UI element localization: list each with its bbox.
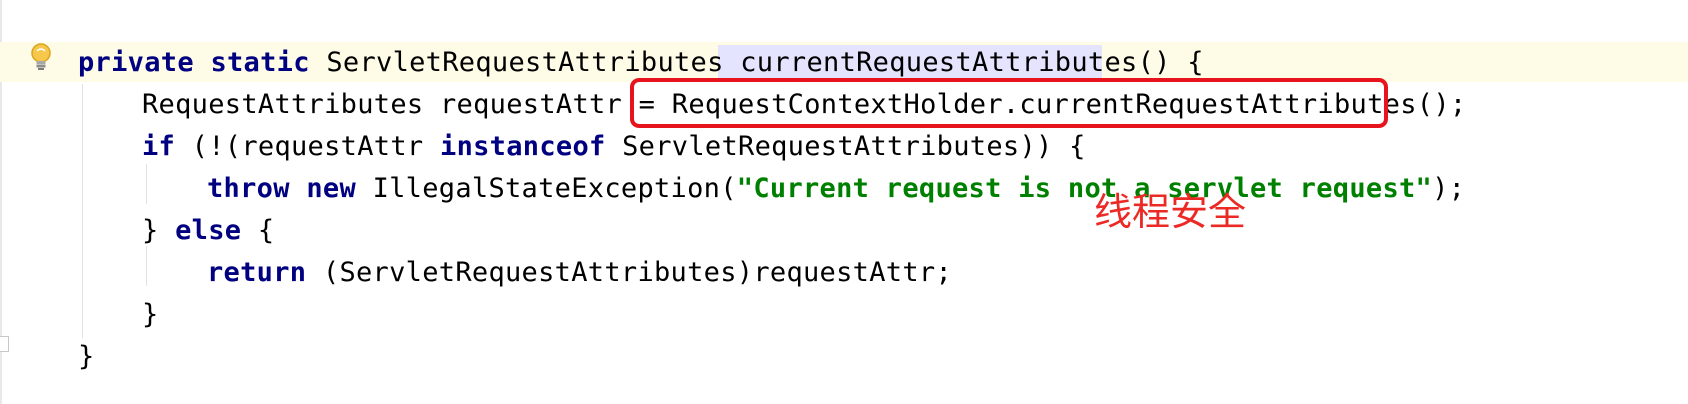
- code-token: private static: [78, 47, 327, 78]
- code-token: return: [207, 257, 323, 288]
- lightbulb-icon[interactable]: [28, 42, 54, 72]
- code-token: (!(requestAttr: [191, 131, 441, 162]
- annotation-text: 线程安全: [1094, 190, 1247, 234]
- indent-guide-if: [146, 164, 147, 204]
- code-token: IllegalStateException(: [372, 173, 737, 204]
- code-token: if: [142, 131, 192, 162]
- indent-guide-else: [146, 246, 147, 286]
- code-line[interactable]: }: [142, 294, 159, 336]
- code-line[interactable]: } else {: [142, 210, 274, 252]
- code-token: }: [142, 299, 159, 330]
- code-token: throw new: [207, 173, 373, 204]
- code-token: currentRequestAttributes: [740, 47, 1138, 78]
- code-token: () {: [1137, 47, 1204, 78]
- code-token: }: [78, 341, 95, 372]
- indent-guide-method: [82, 84, 83, 338]
- code-token: instanceof: [440, 131, 623, 162]
- code-token: ServletRequestAttributes: [326, 47, 741, 78]
- code-token: (ServletRequestAttributes)requestAttr;: [322, 257, 952, 288]
- code-line[interactable]: return (ServletRequestAttributes)request…: [207, 252, 952, 294]
- code-token: else: [175, 215, 258, 246]
- code-editor[interactable]: private static ServletRequestAttributes …: [0, 0, 1688, 404]
- annotation-red-box: [630, 78, 1388, 128]
- code-line[interactable]: if (!(requestAttr instanceof ServletRequ…: [142, 126, 1086, 168]
- code-token: ServletRequestAttributes)) {: [622, 131, 1086, 162]
- code-token: );: [1432, 173, 1466, 204]
- code-token: "Current request is not a servlet reques…: [736, 173, 1433, 204]
- code-token: {: [257, 215, 275, 246]
- code-token: }: [142, 215, 176, 246]
- code-line[interactable]: throw new IllegalStateException("Current…: [207, 168, 1465, 210]
- code-line[interactable]: }: [78, 336, 95, 378]
- fold-marker-method-end[interactable]: [0, 336, 9, 352]
